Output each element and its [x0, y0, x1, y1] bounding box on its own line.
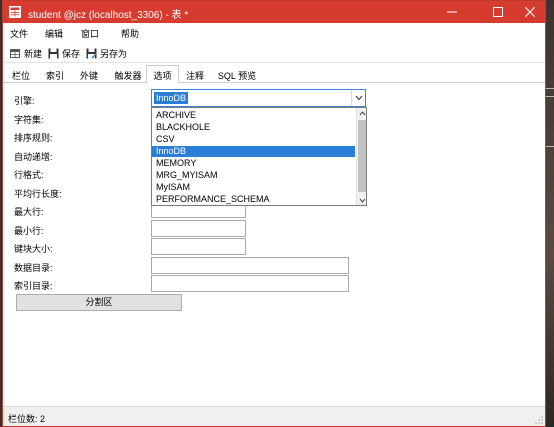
- min-rows-label: 最小行:: [14, 226, 44, 236]
- index-directory-label: 索引目录:: [14, 281, 53, 291]
- max-rows-label: 最大行:: [14, 207, 44, 217]
- minimize-button[interactable]: [435, 1, 469, 23]
- tab-options[interactable]: 选项: [146, 65, 179, 84]
- maximize-icon: [493, 7, 503, 17]
- new-button-label: 新建: [24, 48, 43, 59]
- engine-select[interactable]: InnoDB: [151, 89, 366, 107]
- data-directory-label: 数据目录:: [14, 263, 53, 273]
- resize-grip-icon[interactable]: [535, 416, 543, 424]
- tab-comment[interactable]: 注释: [180, 67, 210, 83]
- save-button-label: 保存: [62, 48, 81, 59]
- engine-option-archive[interactable]: ARCHIVE: [152, 110, 355, 121]
- dropdown-scrollbar[interactable]: [356, 108, 366, 205]
- table-icon: [9, 6, 21, 18]
- engine-select-toggle[interactable]: [351, 90, 365, 106]
- engine-dropdown-list: ARCHIVE BLACKHOLE CSV InnoDB MEMORY MRG_…: [151, 107, 367, 206]
- maximize-button[interactable]: [481, 1, 515, 23]
- auto-increment-label: 自动递增:: [14, 152, 53, 162]
- engine-option-memory[interactable]: MEMORY: [152, 158, 355, 169]
- key-block-size-input[interactable]: [151, 238, 246, 255]
- menu-help[interactable]: 帮助: [121, 27, 139, 40]
- engine-option-csv[interactable]: CSV: [152, 134, 355, 145]
- row-format-label: 行格式:: [14, 170, 44, 180]
- save-as-icon: [86, 48, 97, 58]
- field-count-text: 栏位数: 2: [8, 414, 46, 424]
- charset-label: 字符集:: [14, 115, 44, 125]
- new-button[interactable]: 新建: [10, 46, 42, 60]
- close-button[interactable]: [513, 1, 547, 23]
- engine-label: 引擎:: [14, 96, 35, 106]
- tab-indexes[interactable]: 索引: [41, 67, 69, 83]
- engine-option-innodb[interactable]: InnoDB: [152, 146, 355, 157]
- save-as-button[interactable]: 另存为: [86, 46, 127, 60]
- tab-foreign-keys[interactable]: 外键: [75, 67, 103, 83]
- chevron-down-icon: [359, 198, 365, 203]
- data-directory-input[interactable]: [151, 257, 349, 274]
- key-block-size-label: 键块大小:: [14, 244, 53, 254]
- save-button[interactable]: 保存: [48, 46, 80, 60]
- chevron-down-icon: [355, 95, 362, 101]
- min-rows-input[interactable]: [151, 220, 246, 237]
- engine-select-value: InnoDB: [154, 92, 189, 104]
- index-directory-input[interactable]: [151, 275, 349, 292]
- save-icon: [48, 48, 59, 58]
- tab-bar: 栏位 索引 外键 触发器 选项 注释 SQL 预览: [3, 65, 545, 84]
- new-table-icon: [10, 48, 20, 58]
- close-icon: [525, 7, 535, 17]
- scroll-down-button[interactable]: [357, 195, 367, 205]
- engine-option-blackhole[interactable]: BLACKHOLE: [152, 122, 355, 133]
- minimize-icon: [447, 11, 457, 13]
- tab-fields[interactable]: 栏位: [7, 67, 35, 83]
- scroll-up-button[interactable]: [357, 108, 367, 118]
- tab-triggers[interactable]: 触发器: [111, 67, 145, 83]
- status-bar: 栏位数: 2: [3, 406, 545, 426]
- engine-option-performance-schema[interactable]: PERFORMANCE_SCHEMA: [152, 194, 355, 205]
- table-designer-window: student @jcz (localhost_3306) - 表 * 文件 编…: [2, 0, 546, 427]
- scroll-thumb[interactable]: [358, 120, 366, 192]
- title-bar[interactable]: student @jcz (localhost_3306) - 表 *: [3, 1, 545, 23]
- avg-row-length-label: 平均行长度:: [14, 189, 62, 199]
- menu-edit[interactable]: 编辑: [45, 27, 63, 40]
- tab-sql-preview[interactable]: SQL 预览: [215, 67, 259, 83]
- menu-bar: 文件 编辑 窗口 帮助: [3, 23, 545, 41]
- partition-button[interactable]: 分割区: [16, 294, 182, 311]
- window-title: student @jcz (localhost_3306) - 表 *: [28, 10, 189, 21]
- engine-option-myisam[interactable]: MyISAM: [152, 182, 355, 193]
- toolbar: 新建 保存 另存为: [3, 43, 545, 63]
- menu-file[interactable]: 文件: [10, 27, 28, 40]
- save-as-button-label: 另存为: [100, 48, 128, 59]
- chevron-up-icon: [359, 110, 365, 115]
- menu-window[interactable]: 窗口: [81, 27, 99, 40]
- desktop-background-right: [545, 0, 554, 427]
- engine-option-mrg-myisam[interactable]: MRG_MYISAM: [152, 170, 355, 181]
- collation-label: 排序规则:: [14, 133, 53, 143]
